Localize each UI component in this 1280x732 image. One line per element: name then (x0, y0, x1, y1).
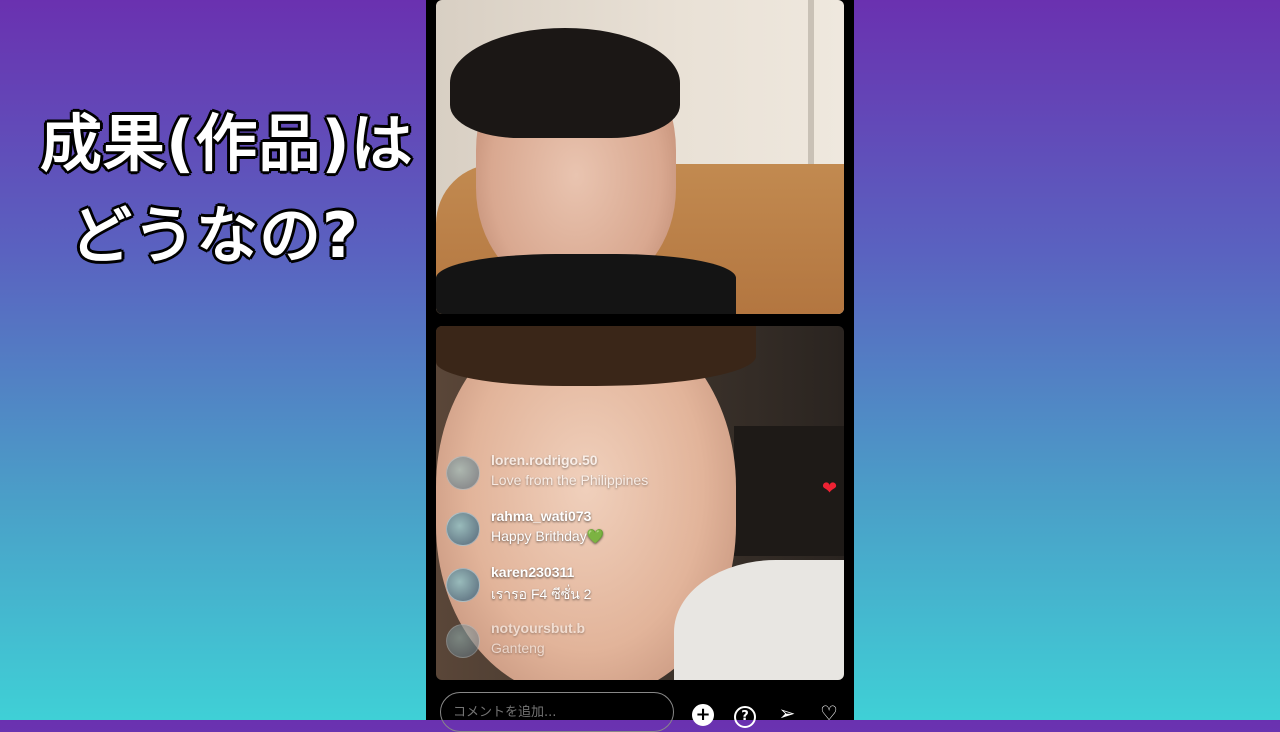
wall-edge (808, 0, 814, 170)
comment-text: Love from the Philippines (491, 472, 649, 488)
caption-line-1: 成果(作品)は (40, 107, 414, 180)
host-video-feed[interactable] (436, 0, 844, 314)
comment-item[interactable]: notyoursbut.b Ganteng (436, 618, 766, 674)
help-icon[interactable]: ? (732, 700, 758, 728)
comment-input[interactable] (440, 692, 674, 732)
host-hair (450, 28, 680, 138)
live-stream-phone: loren.rodrigo.50 Love from the Philippin… (426, 0, 854, 732)
comment-item[interactable]: rahma_wati073 Happy Brithday💚 (436, 506, 766, 562)
comment-item[interactable]: loren.rodrigo.50 Love from the Philippin… (436, 450, 766, 506)
comment-item[interactable]: karen230311 เรารอ F4 ซีซั่น 2 (436, 562, 766, 618)
live-comments-list: loren.rodrigo.50 Love from the Philippin… (436, 450, 766, 674)
comment-username[interactable]: karen230311 (491, 564, 574, 580)
comment-username[interactable]: notyoursbut.b (491, 620, 585, 636)
comment-username[interactable]: loren.rodrigo.50 (491, 452, 598, 468)
caption-line-2: どうなの? (70, 199, 359, 272)
avatar[interactable] (446, 512, 480, 546)
send-icon[interactable]: ➢ (774, 700, 800, 726)
heart-icon[interactable]: ♡ (816, 700, 842, 726)
avatar[interactable] (446, 568, 480, 602)
comment-username[interactable]: rahma_wati073 (491, 508, 591, 524)
video-caption-overlay: 成果(作品)は どうなの? (40, 98, 460, 282)
avatar[interactable] (446, 456, 480, 490)
comment-text: Ganteng (491, 640, 545, 656)
comment-text: เรารอ F4 ซีซั่น 2 (491, 586, 592, 602)
live-action-bar: + ? ➢ ♡ (426, 686, 854, 732)
host-shirt (436, 254, 736, 314)
guest-hair (436, 326, 756, 386)
comment-text: Happy Brithday💚 (491, 528, 605, 544)
add-icon[interactable]: + (690, 700, 716, 726)
avatar[interactable] (446, 624, 480, 658)
floating-heart-icon: ❤ (822, 478, 838, 499)
